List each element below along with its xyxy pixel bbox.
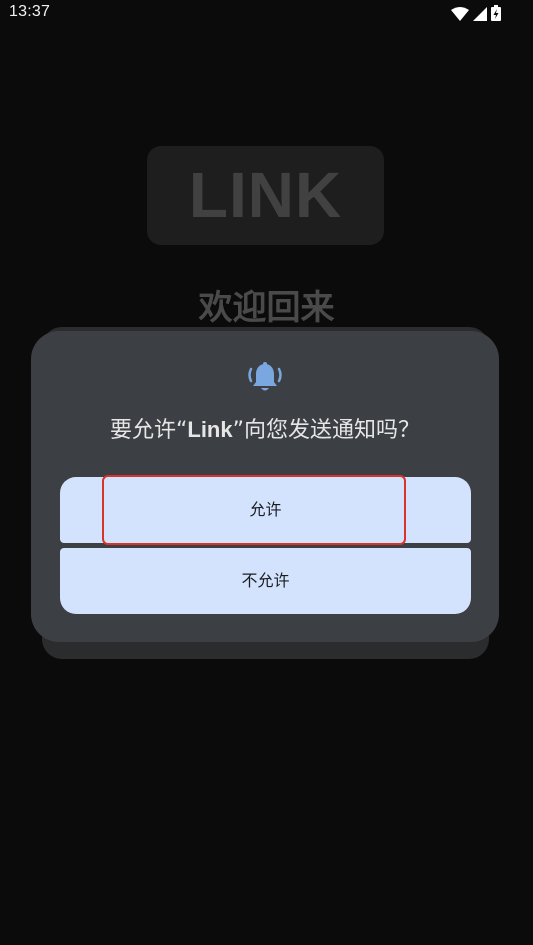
app-logo: LINK <box>147 146 384 245</box>
allow-button[interactable]: 允许 <box>60 477 471 543</box>
screen: 13:37 LINK 欢迎回来 要允许“Link”向您发送通知吗？ 允许 不允许 <box>0 0 533 945</box>
deny-button[interactable]: 不允许 <box>60 548 471 614</box>
cellular-signal-icon <box>473 6 487 25</box>
dialog-title-suffix: ”向您发送通知吗？ <box>232 418 421 443</box>
battery-charging-icon <box>491 5 501 25</box>
status-time: 13:37 <box>9 3 51 20</box>
status-bar: 13:37 <box>0 0 533 26</box>
dialog-title-prefix: 要允许“ <box>109 418 188 443</box>
welcome-heading: 欢迎回来 <box>198 288 335 328</box>
app-logo-text: LINK <box>188 159 343 231</box>
status-icons <box>451 5 501 25</box>
notification-bell-icon <box>247 361 283 395</box>
dialog-title: 要允许“Link”向您发送通知吗？ <box>31 412 499 444</box>
dialog-title-app: Link <box>187 417 233 442</box>
wifi-icon <box>451 6 469 25</box>
